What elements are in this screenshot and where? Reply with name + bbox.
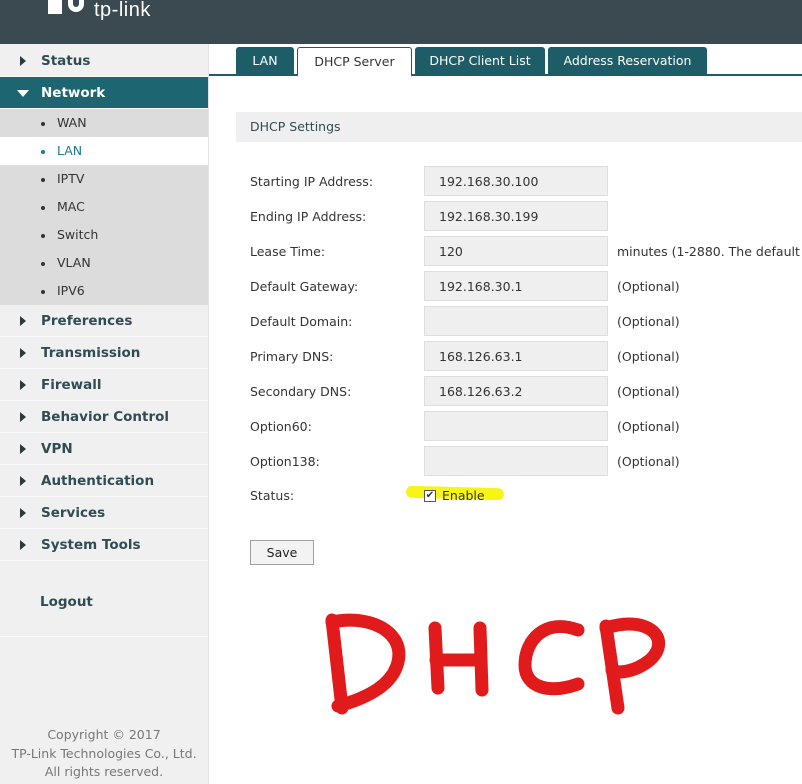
submenu-item-label: MAC [57, 199, 85, 214]
status-label: Status: [250, 488, 295, 503]
option138-input[interactable] [424, 446, 608, 476]
option138-label: Option138: [250, 454, 320, 469]
copyright-line: TP-Link Technologies Co., Ltd. [11, 745, 197, 761]
caret-down-icon [17, 90, 29, 97]
caret-right-icon [20, 412, 26, 422]
bullet-icon [41, 122, 45, 126]
sidebar-item-label: Authentication [41, 473, 155, 489]
bullet-icon [41, 234, 45, 238]
sidebar-item-label: Status [41, 53, 91, 69]
tab-address-reservation[interactable]: Address Reservation [548, 47, 707, 75]
sidebar-item-services[interactable]: Services [0, 497, 208, 529]
submenu-item-mac[interactable]: MAC [0, 193, 208, 221]
sidebar-item-authentication[interactable]: Authentication [0, 465, 208, 497]
secondary-dns-input[interactable]: 168.126.63.2 [424, 376, 608, 406]
tab-dhcp-server[interactable]: DHCP Server [297, 47, 412, 77]
submenu-item-label: IPTV [57, 171, 85, 186]
submenu-item-lan[interactable]: LAN [0, 137, 208, 165]
sidebar-spacer [0, 561, 208, 637]
sidebar-item-label: Behavior Control [41, 409, 170, 425]
submenu-item-ipv6[interactable]: IPV6 [0, 277, 208, 305]
caret-right-icon [20, 316, 26, 326]
optional-hint: (Optional) [617, 349, 680, 364]
sidebar-item-label: Firewall [41, 377, 102, 393]
lease-time-label: Lease Time: [250, 244, 326, 259]
copyright: Copyright © 2017 TP-Link Technologies Co… [0, 726, 208, 782]
caret-right-icon [20, 476, 26, 486]
optional-hint: (Optional) [617, 279, 680, 294]
section-header: DHCP Settings [236, 112, 802, 142]
caret-right-icon [20, 540, 26, 550]
copyright-line: Copyright © 2017 [47, 727, 161, 742]
secondary-dns-label: Secondary DNS: [250, 384, 352, 399]
tab-lan[interactable]: LAN [236, 47, 294, 75]
primary-dns-input[interactable]: 168.126.63.1 [424, 341, 608, 371]
sidebar-item-label: Preferences [41, 313, 133, 329]
option60-input[interactable] [424, 411, 608, 441]
primary-dns-label: Primary DNS: [250, 349, 334, 364]
network-submenu: WAN LAN IPTV MAC Switch VLAN IPV6 [0, 109, 208, 305]
lease-time-input[interactable]: 120 [424, 236, 608, 266]
sidebar-item-label: Transmission [41, 345, 141, 361]
ending-ip-input[interactable]: 192.168.30.199 [424, 201, 608, 231]
optional-hint: (Optional) [617, 454, 680, 469]
sidebar-item-label: Services [41, 505, 106, 521]
caret-right-icon [20, 56, 26, 66]
logout-link[interactable]: Logout [40, 594, 93, 610]
submenu-item-switch[interactable]: Switch [0, 221, 208, 249]
sidebar-item-firewall[interactable]: Firewall [0, 369, 208, 401]
sidebar-item-label: System Tools [41, 537, 141, 553]
submenu-item-label: LAN [57, 143, 83, 158]
logo-text: tp-link [94, 0, 151, 21]
optional-hint: (Optional) [617, 314, 680, 329]
bullet-icon [41, 206, 45, 210]
enable-label[interactable]: Enable [442, 488, 485, 503]
tab-dhcp-client-list[interactable]: DHCP Client List [415, 47, 545, 75]
caret-right-icon [20, 348, 26, 358]
ending-ip-label: Ending IP Address: [250, 209, 367, 224]
caret-right-icon [20, 444, 26, 454]
submenu-item-wan[interactable]: WAN [0, 109, 208, 137]
submenu-item-label: Switch [57, 227, 99, 242]
submenu-item-iptv[interactable]: IPTV [0, 165, 208, 193]
sidebar-item-label: Network [41, 85, 106, 101]
bullet-icon [41, 150, 45, 154]
tp-link-logo: tp-link [48, 0, 151, 21]
optional-hint: (Optional) [617, 384, 680, 399]
caret-right-icon [20, 508, 26, 518]
submenu-item-label: VLAN [57, 255, 91, 270]
default-domain-label: Default Domain: [250, 314, 353, 329]
sidebar-item-behavior-control[interactable]: Behavior Control [0, 401, 208, 433]
submenu-item-label: IPV6 [57, 283, 85, 298]
submenu-item-label: WAN [57, 115, 87, 130]
enable-checkbox[interactable]: ✔ [424, 490, 436, 502]
sidebar-item-system-tools[interactable]: System Tools [0, 529, 208, 561]
optional-hint: (Optional) [617, 419, 680, 434]
option60-label: Option60: [250, 419, 312, 434]
default-gateway-label: Default Gateway: [250, 279, 359, 294]
sidebar-item-preferences[interactable]: Preferences [0, 305, 208, 337]
sidebar-item-transmission[interactable]: Transmission [0, 337, 208, 369]
sidebar-item-vpn[interactable]: VPN [0, 433, 208, 465]
caret-right-icon [20, 380, 26, 390]
tp-link-logo-icon [48, 0, 88, 18]
submenu-item-vlan[interactable]: VLAN [0, 249, 208, 277]
sidebar-item-status[interactable]: Status [0, 45, 208, 77]
sidebar: Status Network WAN LAN IPTV MAC Switch V… [0, 44, 209, 784]
starting-ip-input[interactable]: 192.168.30.100 [424, 166, 608, 196]
handwritten-dhcp-annotation [325, 613, 666, 715]
bullet-icon [41, 290, 45, 294]
lease-time-hint: minutes (1-2880. The default v [617, 244, 802, 259]
top-header: tp-link [0, 0, 802, 44]
bullet-icon [41, 178, 45, 182]
save-button[interactable]: Save [250, 540, 314, 565]
sidebar-item-network[interactable]: Network [0, 77, 208, 109]
sidebar-item-label: VPN [41, 441, 73, 457]
starting-ip-label: Starting IP Address: [250, 174, 374, 189]
copyright-line: All rights reserved. [44, 764, 164, 779]
default-gateway-input[interactable]: 192.168.30.1 [424, 271, 608, 301]
default-domain-input[interactable] [424, 306, 608, 336]
bullet-icon [41, 262, 45, 266]
section-title: DHCP Settings [250, 119, 341, 134]
